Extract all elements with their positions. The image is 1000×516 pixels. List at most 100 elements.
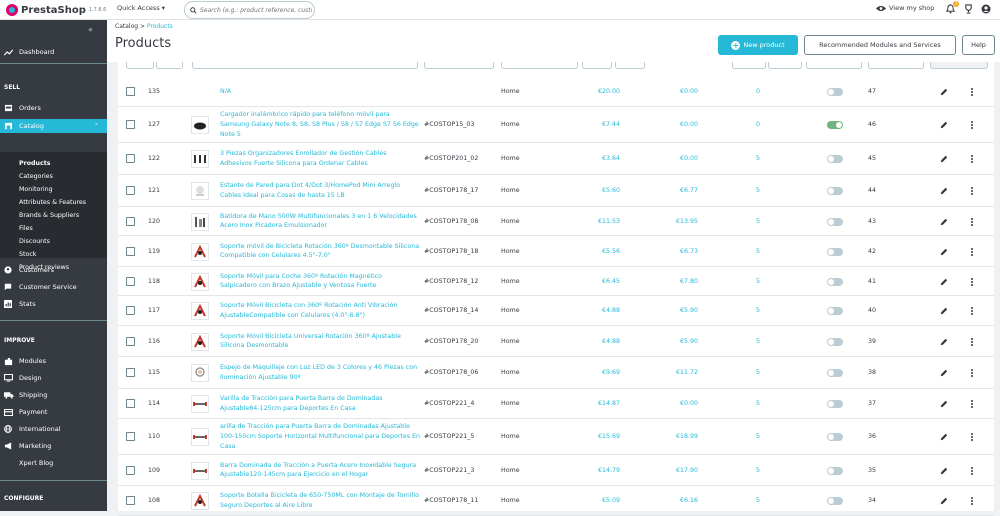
breadcrumb-products[interactable]: Products [147, 23, 173, 30]
product-name-link[interactable]: Soporte Móvil Bicicleta con 360º Rotació… [220, 301, 420, 321]
product-thumbnail[interactable] [191, 242, 209, 261]
product-thumbnail[interactable] [191, 302, 209, 320]
status-toggle[interactable] [827, 337, 843, 346]
product-price-tax-incl[interactable]: €6.73 [636, 247, 698, 257]
filter-price-min[interactable] [582, 62, 612, 69]
table-row[interactable]: 117 Soporte Móvil Bicicleta con 360º Rota… [118, 296, 994, 326]
filter-id-min[interactable] [126, 62, 154, 69]
submenu-monitoring[interactable]: Monitoring [19, 186, 53, 193]
product-price[interactable]: €5.60 [558, 186, 620, 196]
filter-position[interactable] [868, 62, 924, 69]
breadcrumb-catalog[interactable]: Catalog [115, 23, 138, 30]
more-actions-icon[interactable] [969, 277, 975, 287]
filter-status[interactable] [806, 62, 862, 69]
product-quantity[interactable]: 5 [748, 186, 768, 196]
submenu-files[interactable]: Files [19, 225, 33, 232]
status-toggle[interactable] [827, 187, 843, 195]
product-price[interactable]: €6.45 [558, 277, 620, 287]
product-price-tax-incl[interactable]: €0.00 [636, 399, 698, 409]
more-actions-icon[interactable] [969, 496, 975, 506]
product-price-tax-incl[interactable]: €0.00 [636, 154, 698, 164]
edit-pencil-icon[interactable] [939, 87, 949, 97]
status-toggle[interactable] [827, 369, 843, 377]
product-name-link[interactable]: Varilla de Tracción para Puerta Barra de… [220, 394, 420, 414]
product-name-link[interactable]: Soporte Móvil Bicicleta Universal Rotaci… [220, 332, 420, 352]
product-price-tax-incl[interactable]: €13.95 [636, 217, 698, 227]
filter-qty-max[interactable] [768, 62, 802, 69]
search-input[interactable] [200, 6, 312, 14]
product-price[interactable]: €14.79 [558, 466, 620, 476]
submenu-products[interactable]: Products [19, 160, 51, 167]
product-thumbnail[interactable] [191, 182, 209, 200]
product-name-link[interactable]: arilla de Tracción para Puerta Barra de … [220, 422, 420, 451]
status-toggle[interactable] [827, 466, 843, 475]
more-actions-icon[interactable] [969, 432, 975, 442]
table-row[interactable]: 116 Soporte Móvil Bicicleta Universal Rot… [118, 326, 994, 357]
table-row[interactable]: 110 arilla de Tracción para Puerta Barra … [118, 419, 994, 455]
product-price-tax-incl[interactable]: €7.80 [636, 277, 698, 287]
row-checkbox[interactable] [126, 306, 135, 315]
product-quantity[interactable]: 0 [748, 87, 768, 97]
trophy-icon[interactable] [962, 2, 974, 16]
product-price-tax-incl[interactable]: €0.00 [636, 87, 698, 97]
table-row[interactable]: 121 Estante de Pared para Dot 4/Dot 3/Hom… [118, 175, 994, 207]
edit-pencil-icon[interactable] [939, 496, 949, 506]
product-thumbnail[interactable] [191, 492, 209, 510]
sidebar-item-orders[interactable]: Orders [0, 102, 107, 114]
product-name-link[interactable]: Espejo de Maquillaje con Luz LED de 3 Co… [220, 363, 420, 383]
row-checkbox[interactable] [126, 432, 135, 441]
row-checkbox[interactable] [126, 86, 135, 96]
notifications-bell-icon[interactable]: 3 [944, 1, 959, 16]
product-thumbnail[interactable] [191, 212, 209, 231]
table-row[interactable]: 114 Varilla de Tracción para Puerta Barra… [118, 389, 994, 419]
new-product-button[interactable]: + New product [718, 35, 798, 55]
product-price-tax-incl[interactable]: €6.16 [636, 496, 698, 506]
row-checkbox[interactable] [126, 216, 135, 226]
product-price[interactable]: €14.87 [558, 399, 620, 409]
product-thumbnail[interactable] [191, 272, 209, 291]
product-price-tax-incl[interactable]: €6.77 [636, 186, 698, 196]
product-price-tax-incl[interactable]: €5.90 [636, 306, 698, 316]
more-actions-icon[interactable] [969, 247, 975, 257]
product-name-link[interactable]: Soporte móvil de Bicicleta Rotación 360º… [220, 242, 420, 262]
status-toggle[interactable] [827, 121, 843, 129]
row-checkbox[interactable] [126, 336, 135, 346]
status-toggle[interactable] [827, 155, 843, 163]
status-toggle[interactable] [827, 307, 843, 315]
more-actions-icon[interactable] [969, 217, 975, 227]
edit-pencil-icon[interactable] [939, 399, 949, 409]
product-quantity[interactable]: 5 [748, 466, 768, 476]
product-name-link[interactable]: 3 Piezas Organizadores Enrollador de Ges… [220, 149, 420, 169]
more-actions-icon[interactable] [969, 186, 975, 196]
edit-pencil-icon[interactable] [939, 247, 949, 257]
filter-qty-min[interactable] [732, 62, 766, 69]
row-checkbox[interactable] [126, 465, 135, 475]
product-name-link[interactable]: Cargador inalámbrico rápido para teléfon… [220, 110, 420, 139]
submenu-stock[interactable]: Stock [19, 251, 36, 258]
row-checkbox[interactable] [126, 276, 135, 286]
sidebar-item-customers[interactable]: Customers [0, 264, 107, 276]
sidebar-item-customer-service[interactable]: Customer Service [0, 281, 107, 293]
table-row[interactable]: 109 Barra Dominada de Tracción a Puerta A… [118, 455, 994, 486]
product-quantity[interactable]: 5 [748, 217, 768, 227]
product-price[interactable]: €4.88 [558, 306, 620, 316]
edit-pencil-icon[interactable] [939, 154, 949, 164]
product-price[interactable]: €9.69 [558, 368, 620, 378]
filter-price-max[interactable] [615, 62, 645, 69]
product-name-link[interactable]: Soporte Móvil para Coche 360º Rotación M… [220, 272, 420, 292]
product-quantity[interactable]: 5 [748, 496, 768, 506]
sidebar-item-shipping[interactable]: Shipping [0, 389, 107, 401]
status-toggle[interactable] [827, 217, 843, 226]
product-name-link[interactable]: N/A [220, 87, 420, 97]
row-checkbox[interactable] [126, 120, 135, 129]
account-icon[interactable] [980, 2, 992, 16]
edit-pencil-icon[interactable] [939, 120, 949, 130]
product-name-link[interactable]: Batidora de Mano 500W Multifuncionales 3… [220, 212, 420, 232]
view-my-shop-link[interactable]: View my shop [876, 4, 934, 12]
help-button[interactable]: Help [962, 35, 995, 55]
status-toggle[interactable] [827, 277, 843, 286]
status-toggle[interactable] [827, 497, 843, 505]
table-row[interactable]: 122 3 Piezas Organizadores Enrollador de … [118, 143, 994, 175]
product-price[interactable]: €3.64 [558, 154, 620, 164]
row-checkbox[interactable] [126, 246, 135, 256]
